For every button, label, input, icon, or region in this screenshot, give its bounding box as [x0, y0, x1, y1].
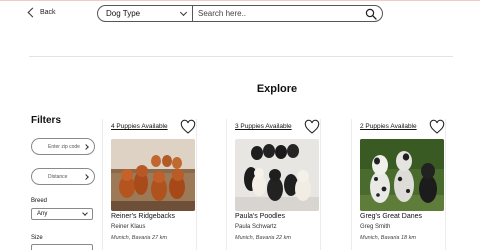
heart-icon[interactable] — [304, 119, 320, 135]
litter-name: Paula's Poodles — [235, 213, 285, 220]
puppy-photo-image — [111, 139, 195, 211]
top-accent-line — [0, 0, 480, 1]
size-select[interactable] — [31, 244, 93, 250]
great-dane-puppies-photo[interactable] — [360, 139, 444, 211]
red-puppies-photo[interactable] — [111, 139, 195, 211]
search-icon — [365, 8, 377, 20]
location-distance: Munich, Bavaria 22 km — [235, 235, 291, 241]
puppy-photo-image — [235, 139, 319, 211]
zip-code-placeholder: Enter zip code — [48, 143, 80, 150]
search-bar: Dog Type — [97, 5, 383, 22]
header-divider — [29, 56, 453, 57]
chevron-down-icon — [82, 210, 88, 216]
litter-card[interactable]: 2 Puppies Available Greg's Great Danes G… — [351, 119, 446, 250]
heart-icon[interactable] — [180, 119, 196, 135]
litter-name: Greg's Great Danes — [360, 213, 423, 220]
page-title: Explore — [256, 83, 298, 95]
puppies-available-link[interactable]: 2 Puppies Available — [360, 123, 417, 130]
distance-selector[interactable]: Distance — [31, 168, 95, 185]
breeder-name: Paula Schwartz — [235, 224, 277, 230]
location-distance: Munich, Bavaria 27 km — [111, 235, 167, 241]
puppies-available-link[interactable]: 4 Puppies Available — [111, 123, 168, 130]
poodle-puppies-photo[interactable] — [235, 139, 319, 211]
breed-select[interactable]: Any — [31, 208, 93, 220]
litter-card[interactable]: 3 Puppies Available Paula's Poodles Paul… — [226, 119, 321, 250]
heart-icon[interactable] — [429, 119, 445, 135]
distance-label: Distance — [48, 173, 68, 180]
chevron-down-icon — [179, 8, 188, 16]
filters-title: Filters — [31, 115, 62, 126]
breeder-name: Greg Smith — [360, 224, 391, 230]
dog-type-dropdown[interactable]: Dog Type — [98, 6, 193, 21]
puppy-photo-image — [360, 139, 444, 211]
back-button[interactable]: Back — [27, 7, 56, 18]
location-distance: Munich, Bavaria 18 km — [360, 235, 416, 241]
puppies-available-link[interactable]: 3 Puppies Available — [235, 123, 292, 130]
dog-type-label: Dog Type — [106, 9, 141, 18]
breeder-name: Reiner Klaus — [111, 224, 146, 230]
breed-value: Any — [37, 211, 48, 217]
size-label: Size — [31, 235, 43, 241]
chevron-right-icon — [83, 173, 89, 180]
litter-card[interactable]: 4 Puppies Available Reiner's Ridgebacks … — [102, 119, 197, 250]
chevron-right-icon — [83, 143, 89, 150]
search-input[interactable] — [193, 6, 360, 21]
zip-code-input[interactable]: Enter zip code — [31, 138, 95, 155]
litter-name: Reiner's Ridgebacks — [111, 213, 175, 220]
breed-label: Breed — [31, 198, 48, 204]
back-label: Back — [40, 8, 56, 16]
search-button[interactable] — [360, 6, 382, 21]
chevron-left-icon — [27, 7, 38, 18]
